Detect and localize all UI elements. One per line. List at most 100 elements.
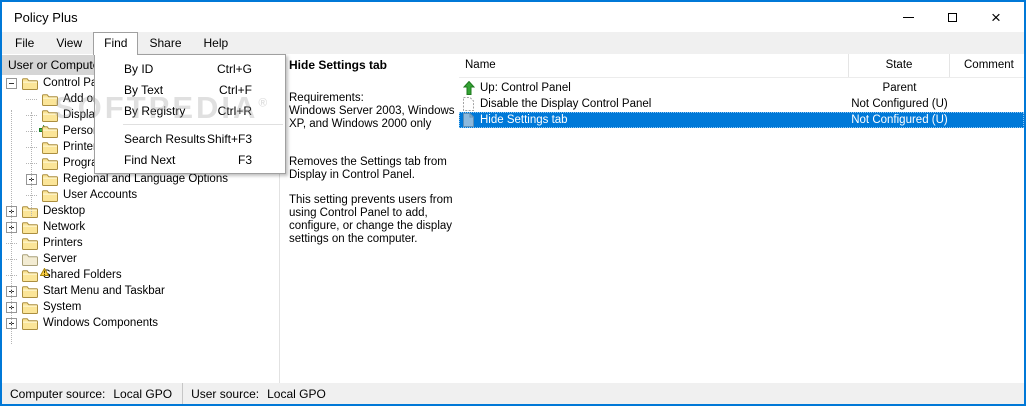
menu-share[interactable]: Share	[138, 32, 192, 54]
column-header-name[interactable]: Name	[459, 54, 849, 77]
tree-item-user-accounts[interactable]: User Accounts	[2, 187, 279, 203]
menu-item-shortcut: Ctrl+G	[217, 62, 275, 76]
menu-help[interactable]: Help	[193, 32, 240, 54]
tree-item-label: Regional and Language Options	[63, 173, 228, 185]
policy-row-up-control-panel[interactable]: Up: Control Panel Parent	[459, 80, 1024, 96]
collapse-minus-icon	[6, 78, 17, 89]
folder-icon	[22, 77, 38, 90]
find-menu-item-by-text[interactable]: By TextCtrl+F	[95, 79, 285, 100]
tree-item-label: Start Menu and Taskbar	[43, 285, 165, 297]
tree-item-server[interactable]: Server	[2, 251, 279, 267]
policy-name: Up: Control Panel	[480, 80, 571, 96]
folder-icon	[22, 317, 38, 330]
tree-item-desktop[interactable]: Desktop	[2, 203, 279, 219]
policy-list-header: NameStateComment	[459, 54, 1024, 78]
tree-item-system[interactable]: System	[2, 299, 279, 315]
status-bar: Computer source: Local GPO User source: …	[2, 383, 1024, 404]
policy-description-panel: Hide Settings tab Requirements: Windows …	[281, 54, 459, 383]
find-menu-dropdown: By IDCtrl+GBy TextCtrl+FBy RegistryCtrl+…	[94, 54, 286, 174]
menu-separator	[123, 124, 283, 125]
folder-icon	[22, 205, 38, 218]
tree-item-label: System	[43, 301, 81, 313]
maximize-button[interactable]	[930, 2, 974, 32]
folder-icon	[42, 173, 58, 186]
up-arrow-icon	[463, 81, 475, 95]
policy-description-paragraph: Removes the Settings tab from Display in…	[289, 156, 457, 182]
policy-description-paragraph: This setting prevents users from using C…	[289, 194, 457, 246]
menu-file[interactable]: File	[4, 32, 45, 54]
menu-item-shortcut: Ctrl+F	[219, 83, 275, 97]
app-window: Policy Plus × FileViewFindShareHelp User…	[0, 0, 1026, 406]
folder-icon	[42, 93, 58, 106]
status-bar-separator	[182, 383, 183, 404]
close-button[interactable]: ×	[974, 2, 1018, 32]
window-controls: ×	[886, 2, 1018, 32]
user-source-value: Local GPO	[267, 387, 326, 401]
policy-list: NameStateComment Up: Control Panel Parent…	[459, 54, 1024, 383]
policy-title: Hide Settings tab	[289, 58, 387, 72]
menu-item-shortcut: F3	[238, 153, 275, 167]
folder-icon	[22, 221, 38, 234]
menu-find[interactable]: Find	[93, 32, 138, 55]
policy-state: Not Configured (U)	[849, 112, 950, 128]
window-title: Policy Plus	[14, 10, 78, 25]
folder-icon	[42, 189, 58, 202]
menu-item-label: By Registry	[124, 104, 218, 118]
folder-icon	[22, 269, 38, 282]
computer-source-value: Local GPO	[113, 387, 172, 401]
policy-state: Not Configured (U)	[849, 96, 950, 112]
menu-item-shortcut: Shift+F3	[207, 132, 275, 146]
tree-connector	[26, 94, 37, 105]
folder-icon	[22, 285, 38, 298]
menu-item-label: By Text	[124, 83, 219, 97]
policy-row-disable-the-display-control-panel[interactable]: Disable the Display Control Panel Not Con…	[459, 96, 1024, 112]
tree-item-label: User Accounts	[63, 189, 137, 201]
menu-item-label: Find Next	[124, 153, 238, 167]
tree-item-start-menu-and-taskbar[interactable]: Start Menu and Taskbar	[2, 283, 279, 299]
title-bar[interactable]: Policy Plus ×	[2, 2, 1024, 32]
find-menu-item-by-id[interactable]: By IDCtrl+G	[95, 58, 285, 79]
tree-item-label: Windows Components	[43, 317, 158, 329]
menu-bar: FileViewFindShareHelp	[2, 32, 1024, 54]
page-outline-icon	[463, 97, 475, 111]
folder-icon	[22, 301, 38, 314]
tree-item-label: Printers	[43, 237, 83, 249]
folder-current-icon	[42, 109, 58, 122]
folder-icon	[42, 141, 58, 154]
policy-name: Hide Settings tab	[480, 112, 568, 128]
tree-item-label: Shared Folders	[43, 269, 122, 281]
user-source-label: User source:	[191, 387, 259, 401]
folder-warning-icon	[22, 253, 38, 266]
menu-item-shortcut: Ctrl+R	[218, 104, 275, 118]
policy-state: Parent	[849, 80, 950, 96]
folder-icon	[42, 157, 58, 170]
close-icon: ×	[991, 9, 1001, 26]
find-menu-item-find-next[interactable]: Find NextF3	[95, 149, 285, 170]
minimize-button[interactable]	[886, 2, 930, 32]
policy-row-hide-settings-tab[interactable]: Hide Settings tab Not Configured (U)	[459, 112, 1024, 128]
folder-icon	[42, 125, 58, 138]
computer-source-label: Computer source:	[10, 387, 105, 401]
policy-list-rows: Up: Control PanelParentDisable the Displ…	[459, 80, 1024, 128]
policy-requirements: Requirements: Windows Server 2003, Windo…	[289, 92, 457, 131]
tree-item-printers[interactable]: Printers	[2, 235, 279, 251]
tree-connector-line	[31, 112, 32, 216]
column-header-state[interactable]: State	[849, 54, 950, 77]
maximize-icon	[948, 13, 957, 22]
tree-connector-line	[11, 110, 12, 344]
menu-item-label: By ID	[124, 62, 217, 76]
tree-item-network[interactable]: Network	[2, 219, 279, 235]
menu-view[interactable]: View	[45, 32, 93, 54]
column-header-comment[interactable]: Comment	[950, 54, 1024, 77]
folder-icon	[22, 237, 38, 250]
tree-item-label: Network	[43, 221, 85, 233]
find-menu-item-search-results[interactable]: Search ResultsShift+F3	[95, 128, 285, 149]
find-menu-item-by-registry[interactable]: By RegistryCtrl+R	[95, 100, 285, 121]
policy-name: Disable the Display Control Panel	[480, 96, 651, 112]
tree-connector-stub	[26, 99, 37, 100]
minimize-icon	[903, 17, 914, 18]
tree-item-label: Desktop	[43, 205, 85, 217]
page-blue-icon	[463, 113, 475, 127]
tree-item-windows-components[interactable]: Windows Components	[2, 315, 279, 331]
tree-expander[interactable]	[6, 78, 17, 89]
